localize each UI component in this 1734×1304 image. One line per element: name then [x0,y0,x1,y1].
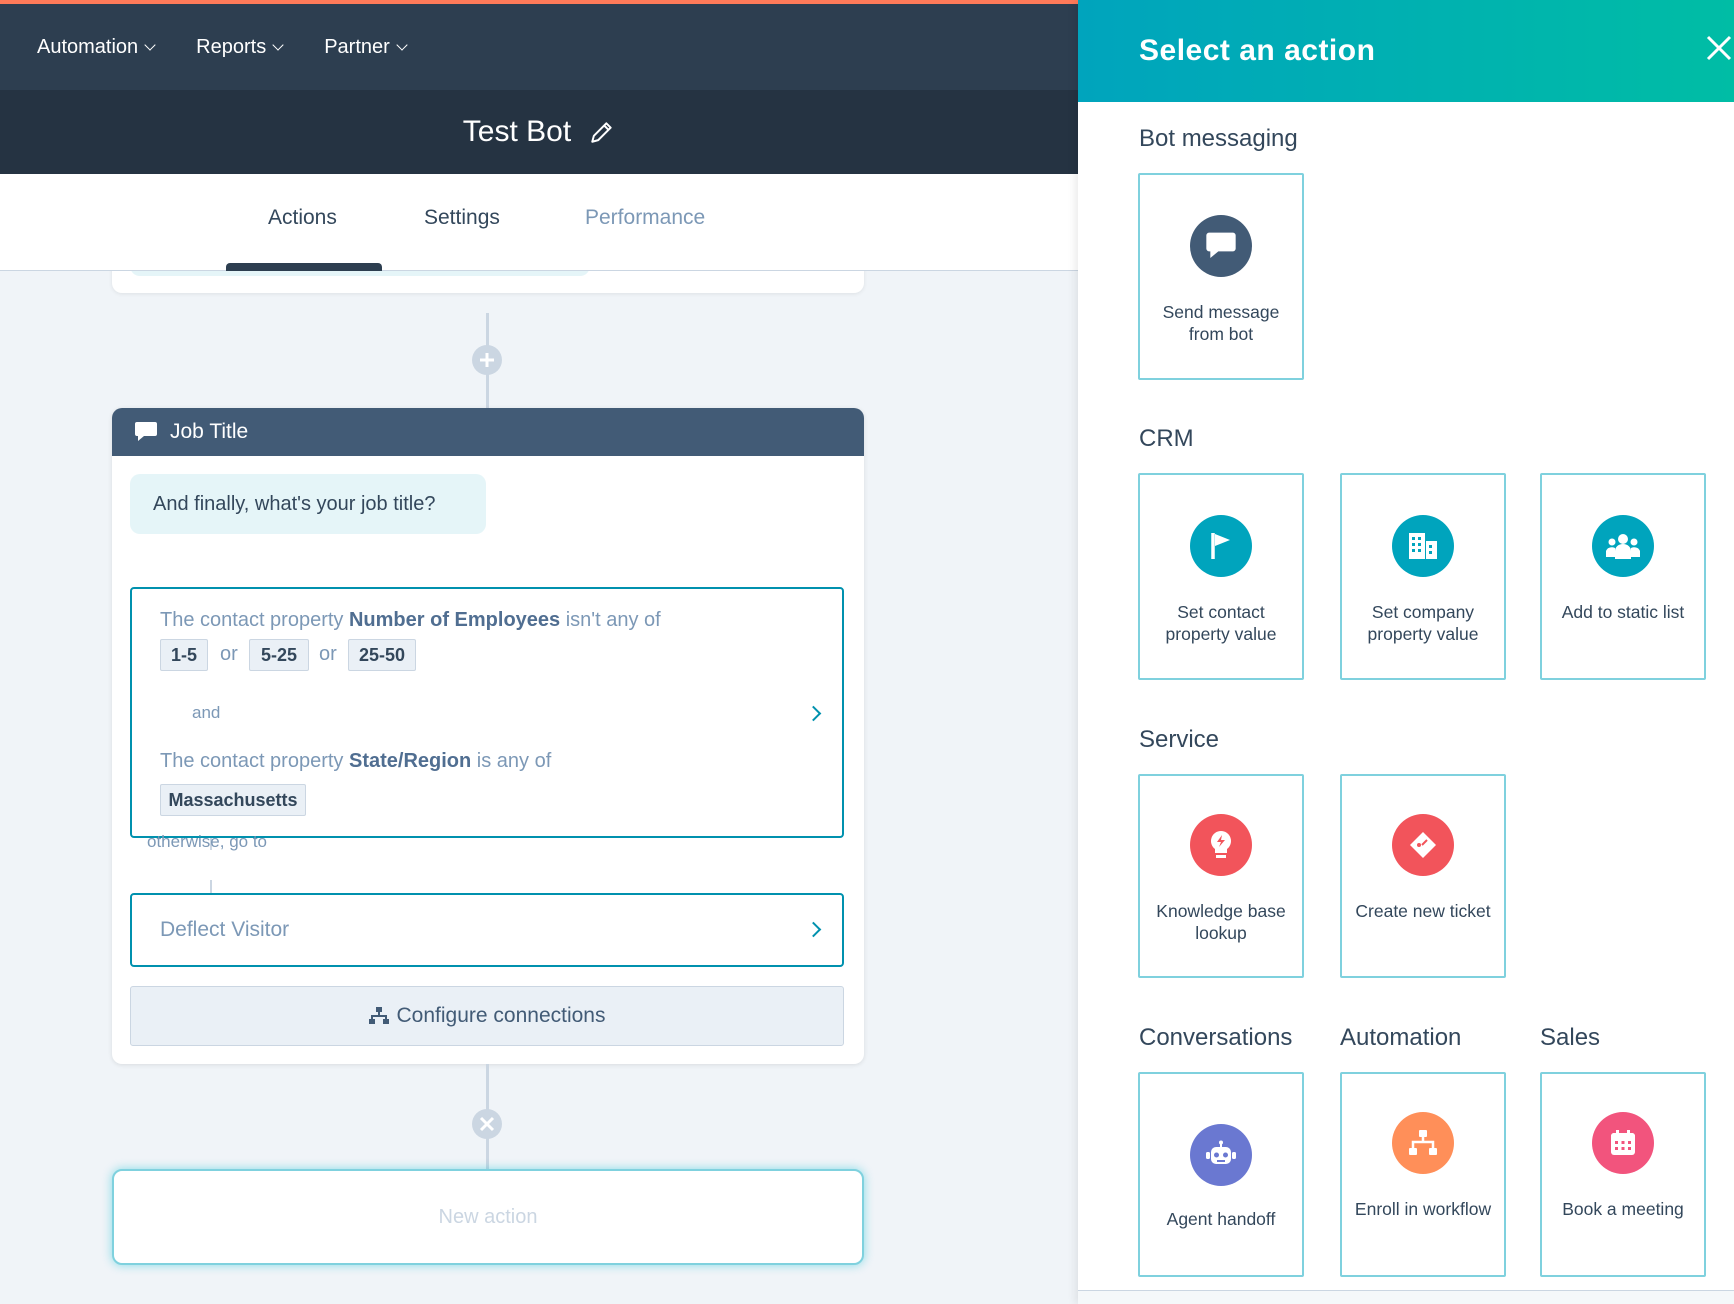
section-sales: Sales [1540,1024,1601,1051]
tile-set-company-property[interactable]: Set company property value [1340,473,1506,680]
connections-icon [368,1007,389,1024]
chat-bubble-icon [135,422,157,441]
card-header: Job Title [112,408,864,456]
tab-settings[interactable]: Settings [424,206,500,230]
tile-label: Add to static list [1561,602,1685,622]
rule1-text: The contact property Number of Employees… [160,609,661,632]
calendar-icon [1592,1112,1654,1174]
close-icon[interactable] [1704,33,1734,63]
tile-send-message[interactable]: Send message from bot [1138,173,1304,380]
flag-icon [1190,515,1252,577]
tile-set-contact-property[interactable]: Set contact property value [1138,473,1304,680]
panel-footer [1078,1290,1734,1304]
building-icon [1392,515,1454,577]
section-automation: Automation [1340,1024,1462,1051]
nav-partner-label: Partner [324,35,390,58]
new-action-label: New action [438,1205,538,1228]
people-icon [1592,515,1654,577]
job-title-action-card[interactable]: Job Title And finally, what's your job t… [112,408,864,1064]
tile-enroll-in-workflow[interactable]: Enroll in workflow [1340,1072,1506,1277]
tile-add-to-static-list[interactable]: Add to static list [1540,473,1706,680]
tile-knowledge-base-lookup[interactable]: Knowledge base lookup [1138,774,1304,978]
panel-header: Select an action [1078,0,1734,102]
lightbulb-icon [1190,814,1252,876]
chevron-right-icon[interactable] [805,921,822,938]
tabs-bar: Actions Settings Performance [0,174,1078,271]
panel-title: Select an action [1139,34,1376,67]
rule2-text: The contact property State/Region is any… [160,750,551,773]
robot-icon [1190,1124,1252,1186]
top-navigation: Automation Reports Partner [0,4,1078,90]
workflow-icon [1392,1112,1454,1174]
tile-label: Send message from bot [1162,302,1280,344]
rule1-value-chip: 1-5 [160,639,208,671]
nav-partner[interactable]: Partner [324,35,408,59]
tile-label: Create new ticket [1355,901,1491,921]
tile-label: Set contact property value [1165,602,1277,644]
or-label: or [319,643,337,665]
if-then-branch[interactable]: The contact property Number of Employees… [130,587,844,838]
tile-agent-handoff[interactable]: Agent handoff [1138,1072,1304,1277]
otherwise-branch[interactable]: Deflect Visitor [130,893,844,967]
previous-message-bubble [130,271,590,276]
nav-reports[interactable]: Reports [196,35,284,59]
chevron-down-icon [144,38,156,51]
bot-title: Test Bot [462,115,572,148]
or-label: or [220,643,238,665]
tile-label: Agent handoff [1166,1209,1276,1229]
otherwise-label: otherwise, go to [147,832,268,851]
nav-automation[interactable]: Automation [37,35,156,59]
rule2-value-chip: Massachusetts [160,784,306,816]
nav-automation-label: Automation [37,35,139,58]
and-label: and [192,703,221,722]
deflect-visitor-label: Deflect Visitor [160,918,290,941]
ticket-icon [1392,814,1454,876]
rule2-operator: is any of [471,750,552,772]
tab-actions[interactable]: Actions [268,206,337,230]
new-action-placeholder[interactable]: New action [112,1169,864,1265]
remove-connection-icon[interactable] [472,1109,502,1139]
rule1-property: Number of Employees [348,609,561,631]
rule2-prefix: The contact property [160,750,349,772]
card-title: Job Title [170,420,249,443]
configure-connections-button[interactable]: Configure connections [130,986,844,1046]
bot-message-text: And finally, what's your job title? [153,492,436,515]
rule1-value-chip: 5-25 [249,639,309,671]
chevron-down-icon [272,38,284,51]
section-bot-messaging: Bot messaging [1139,125,1298,152]
bot-message-bubble: And finally, what's your job title? [130,474,486,534]
chevron-down-icon [396,38,408,51]
section-conversations: Conversations [1139,1024,1293,1051]
tile-book-a-meeting[interactable]: Book a meeting [1540,1072,1706,1277]
nav-reports-label: Reports [196,35,267,58]
section-crm: CRM [1139,425,1194,452]
tile-label: Set company property value [1367,602,1479,644]
chat-bubble-icon [1190,215,1252,277]
rule1-value-chip: 25-50 [348,639,416,671]
tab-performance[interactable]: Performance [585,206,705,230]
bot-title-bar: Test Bot [0,90,1078,174]
rule1-prefix: The contact property [160,609,349,631]
bot-builder-canvas[interactable]: Job Title And finally, what's your job t… [0,271,1078,1304]
active-tab-indicator [226,263,382,271]
pencil-icon[interactable] [589,119,615,145]
tile-label: Enroll in workflow [1354,1199,1492,1219]
tile-label: Book a meeting [1562,1199,1684,1219]
add-action-icon[interactable] [472,345,502,375]
rule2-property: State/Region [348,750,472,772]
section-service: Service [1139,726,1220,753]
select-action-panel: Select an action Bot messaging Send mess… [1078,0,1734,1304]
tile-create-new-ticket[interactable]: Create new ticket [1340,774,1506,978]
previous-action-card[interactable] [112,271,864,293]
otherwise-connector [210,880,212,893]
tile-label: Knowledge base lookup [1156,901,1286,943]
chevron-right-icon[interactable] [805,705,822,722]
configure-connections-label: Configure connections [396,1004,606,1027]
rule1-operator: isn't any of [560,609,661,631]
